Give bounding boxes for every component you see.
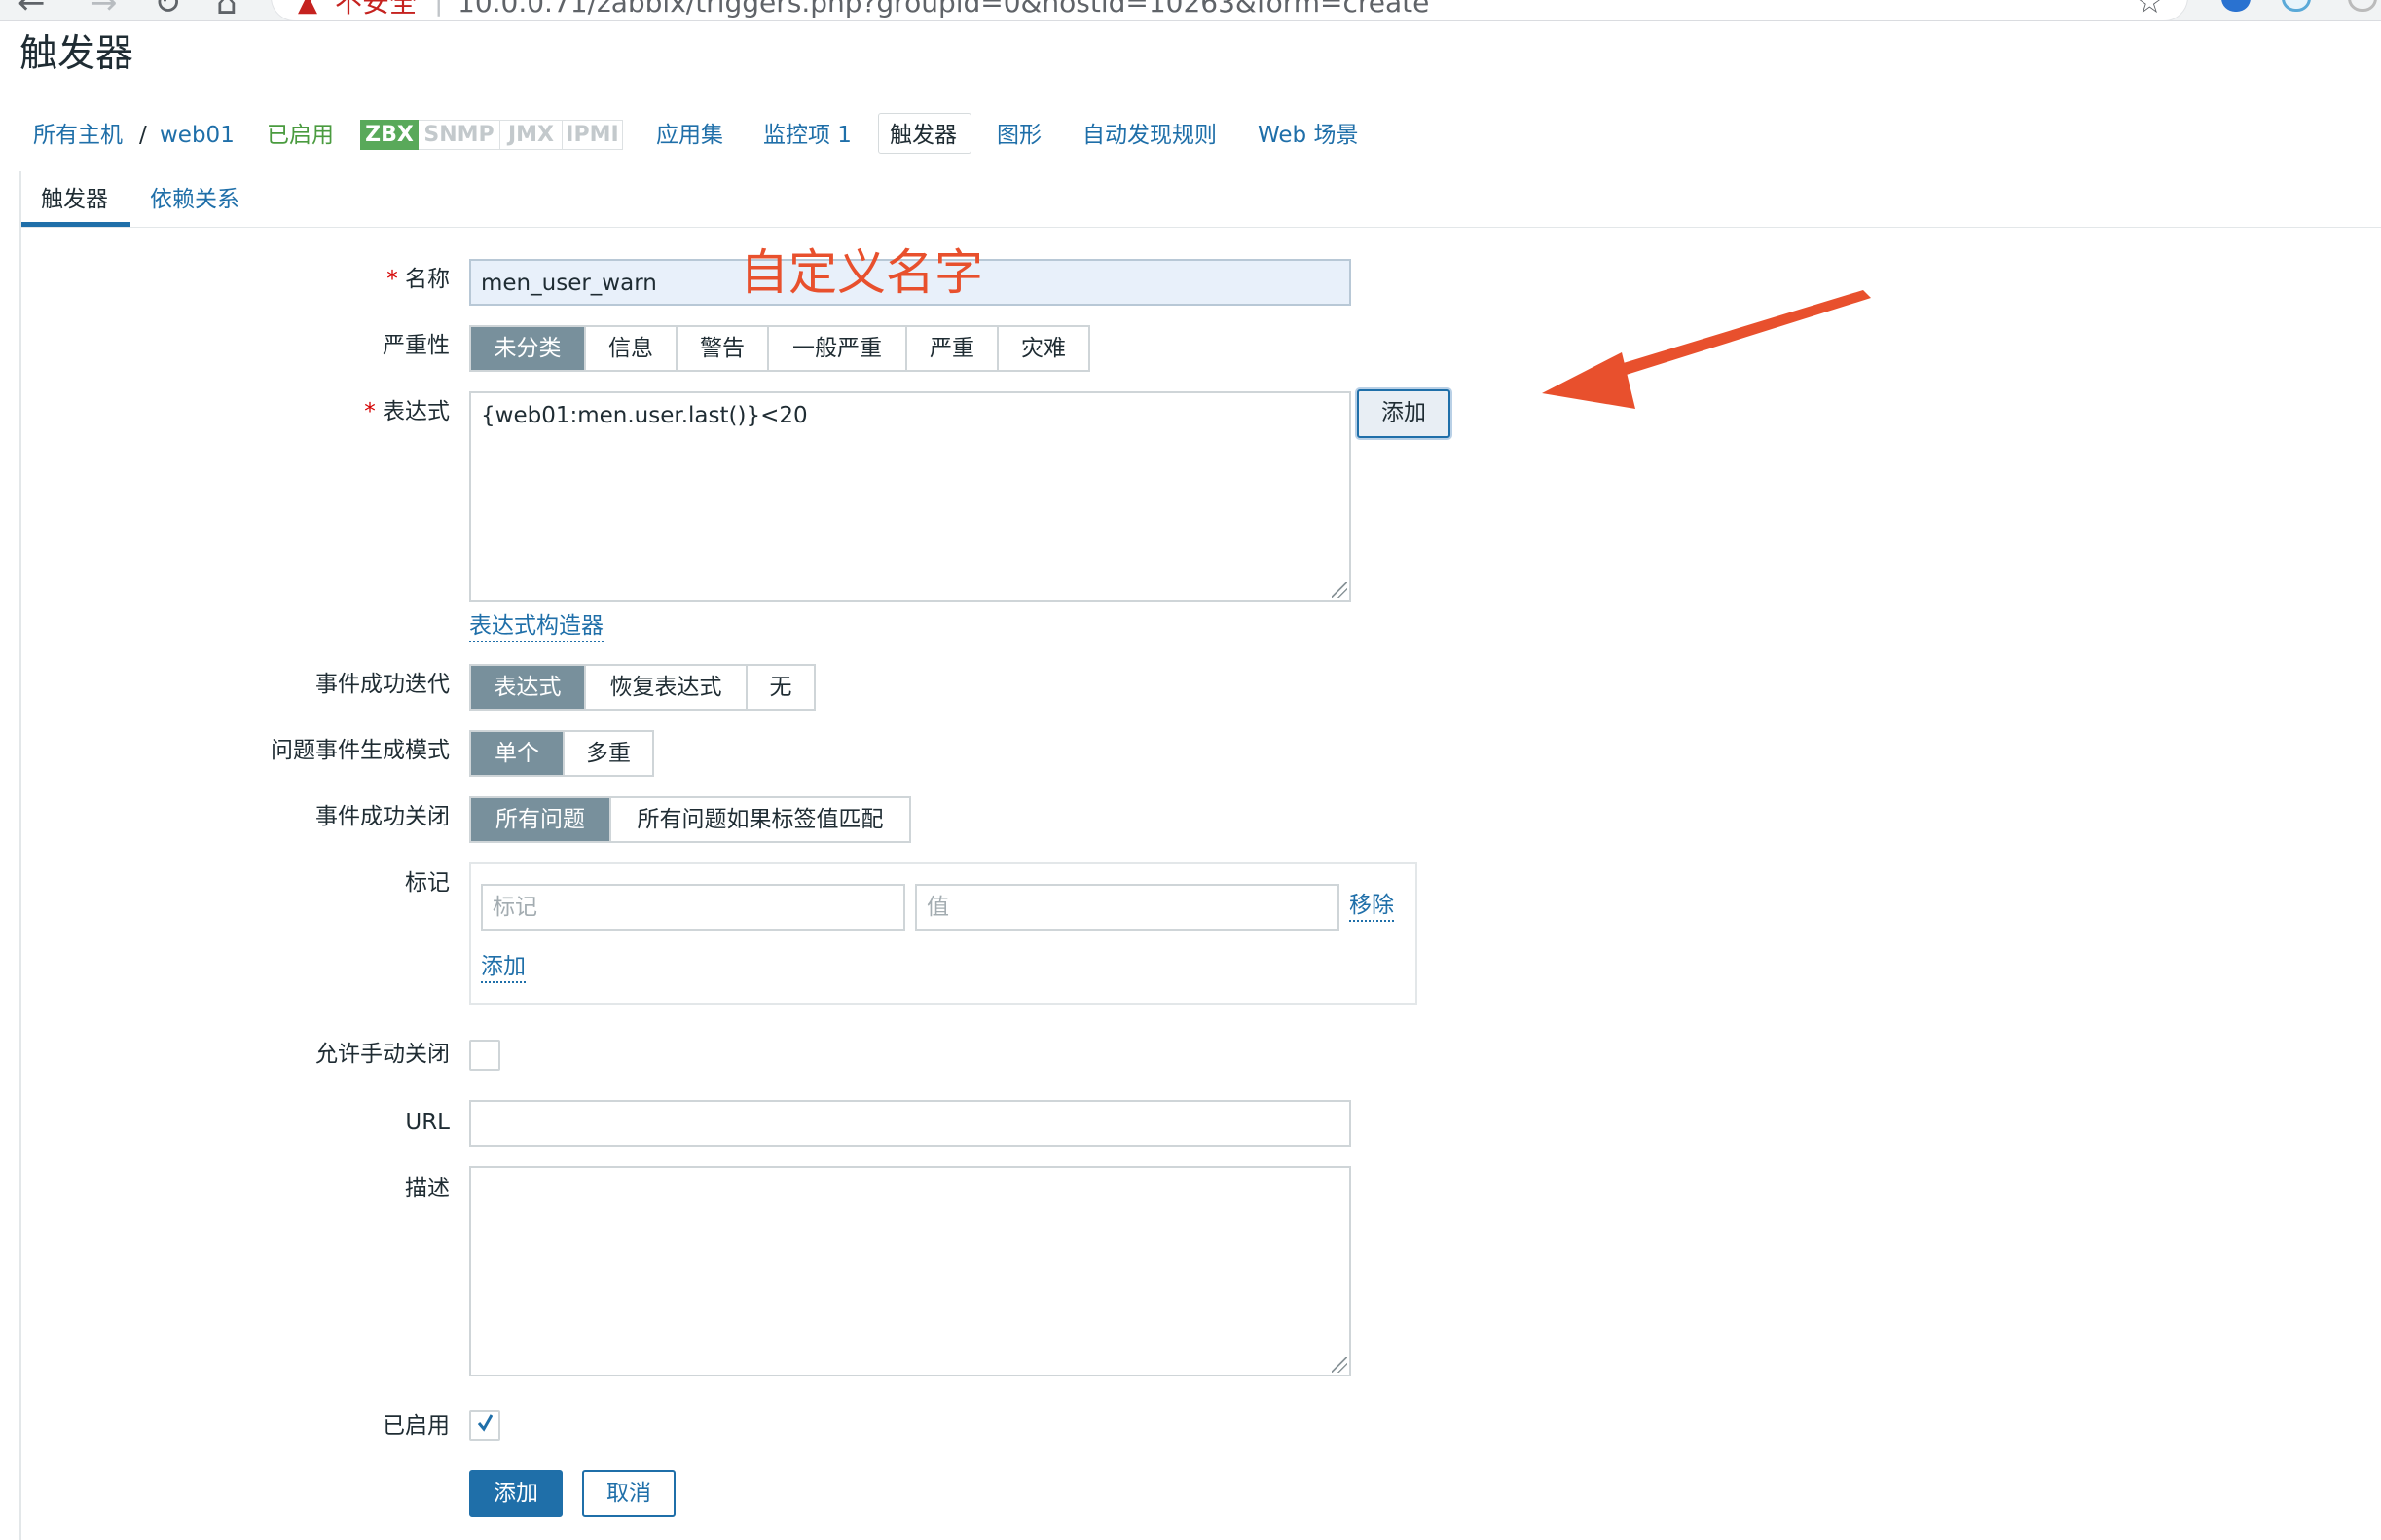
breadcrumb-all-hosts[interactable]: 所有主机 — [33, 121, 123, 150]
nav-discovery-rules[interactable]: 自动发现规则 — [1082, 121, 1217, 150]
nav-web-scenarios[interactable]: Web 场景 — [1258, 121, 1358, 150]
required-mark: * — [386, 267, 398, 292]
pe-mode-selector: 单个 多重 — [469, 730, 654, 777]
tags-label: 标记 — [405, 870, 450, 896]
host-status[interactable]: 已启用 — [267, 121, 334, 150]
nav-triggers[interactable]: 触发器 — [890, 121, 957, 150]
name-label-text: 名称 — [405, 267, 450, 292]
severity-not-classified[interactable]: 未分类 — [471, 327, 584, 370]
severity-high[interactable]: 严重 — [905, 327, 997, 370]
submit-button[interactable]: 添加 — [469, 1470, 563, 1517]
tag-value-input[interactable]: 值 — [915, 884, 1339, 931]
extension-icon[interactable] — [2221, 0, 2251, 12]
reload-icon[interactable]: ↻ — [154, 0, 182, 19]
page-title: 触发器 — [19, 32, 134, 76]
expression-textarea[interactable]: {web01:men.user.last()}<20 — [469, 391, 1351, 602]
url-label: URL — [405, 1110, 450, 1135]
enabled-label: 已启用 — [383, 1413, 450, 1439]
severity-average[interactable]: 一般严重 — [767, 327, 905, 370]
breadcrumb-separator: / — [139, 123, 147, 148]
ok-event-label: 事件成功迭代 — [315, 672, 450, 697]
zbx-badge: ZBX — [360, 120, 419, 150]
warning-icon[interactable]: ▲ — [298, 0, 317, 18]
resize-handle[interactable] — [1332, 582, 1347, 598]
ok-event-expression[interactable]: 表达式 — [471, 666, 584, 709]
browser-toolbar: ← → ↻ ⌂ ▲ 不安全 | 10.0.0.71/zabbix/trigger… — [0, 0, 2381, 21]
nav-graphs[interactable]: 图形 — [997, 121, 1042, 150]
ok-close-label: 事件成功关闭 — [315, 804, 450, 829]
enabled-checkbox[interactable] — [469, 1410, 500, 1441]
home-icon[interactable]: ⌂ — [216, 0, 238, 19]
manual-close-checkbox[interactable] — [469, 1040, 500, 1071]
pe-mode-label: 问题事件生成模式 — [271, 738, 450, 763]
checkmark-icon — [477, 1414, 493, 1432]
severity-disaster[interactable]: 灾难 — [997, 327, 1088, 370]
tab-triggers[interactable]: 触发器 — [41, 185, 108, 214]
extension-icon[interactable] — [2282, 0, 2311, 12]
star-icon[interactable]: ☆ — [2136, 0, 2164, 18]
annotation-arrow-icon — [1542, 290, 1871, 409]
manual-close-label: 允许手动关闭 — [315, 1042, 450, 1067]
tag-add-button[interactable]: 添加 — [481, 952, 526, 983]
resize-handle[interactable] — [1332, 1357, 1347, 1373]
jmx-badge: JMX — [500, 120, 563, 150]
name-label: * 名称 — [386, 265, 450, 294]
snmp-badge: SNMP — [419, 120, 500, 150]
expression-label: * 表达式 — [364, 397, 450, 426]
tab-bar: 触发器 依赖关系 — [19, 171, 2381, 228]
nav-applications[interactable]: 应用集 — [656, 121, 723, 150]
url-separator: | — [434, 0, 444, 17]
tab-dependencies[interactable]: 依赖关系 — [150, 185, 239, 214]
host-navigation: 所有主机 / web01 已启用 ZBX SNMP JMX IPMI 应用集 监… — [0, 107, 2381, 171]
tag-remove-button[interactable]: 移除 — [1349, 891, 1394, 922]
ok-close-selector: 所有问题 所有问题如果标签值匹配 — [469, 796, 911, 843]
pe-mode-single[interactable]: 单个 — [471, 732, 563, 775]
ok-event-none[interactable]: 无 — [746, 666, 814, 709]
active-tab-indicator — [21, 222, 130, 227]
expression-label-text: 表达式 — [383, 399, 450, 424]
forward-icon[interactable]: → — [90, 0, 118, 19]
pe-mode-multiple[interactable]: 多重 — [563, 732, 652, 775]
tag-name-input[interactable]: 标记 — [481, 884, 905, 931]
severity-information[interactable]: 信息 — [584, 327, 676, 370]
insecure-label[interactable]: 不安全 — [335, 0, 417, 18]
description-label: 描述 — [405, 1176, 450, 1201]
expression-add-button[interactable]: 添加 — [1357, 389, 1450, 438]
ok-close-tag-match[interactable]: 所有问题如果标签值匹配 — [609, 798, 909, 841]
ok-event-recovery-expression[interactable]: 恢复表达式 — [584, 666, 746, 709]
nav-items[interactable]: 监控项 1 — [763, 121, 852, 150]
severity-selector: 未分类 信息 警告 一般严重 严重 灾难 — [469, 325, 1090, 372]
breadcrumb-host[interactable]: web01 — [160, 121, 235, 150]
url-input[interactable] — [469, 1100, 1351, 1147]
expression-builder-link[interactable]: 表达式构造器 — [469, 611, 604, 642]
ok-close-all-problems[interactable]: 所有问题 — [471, 798, 609, 841]
description-textarea[interactable] — [469, 1166, 1351, 1376]
ipmi-badge: IPMI — [563, 120, 623, 150]
ok-event-selector: 表达式 恢复表达式 无 — [469, 664, 816, 711]
severity-label: 严重性 — [383, 333, 450, 358]
cancel-button[interactable]: 取消 — [582, 1470, 676, 1517]
required-mark: * — [364, 399, 376, 424]
url-text[interactable]: 10.0.0.71/zabbix/triggers.php?groupid=0&… — [458, 0, 1429, 18]
severity-warning[interactable]: 警告 — [676, 327, 767, 370]
annotation-text: 自定义名字 — [740, 244, 983, 301]
extension-icon[interactable] — [2348, 0, 2377, 12]
back-icon[interactable]: ← — [18, 0, 46, 19]
